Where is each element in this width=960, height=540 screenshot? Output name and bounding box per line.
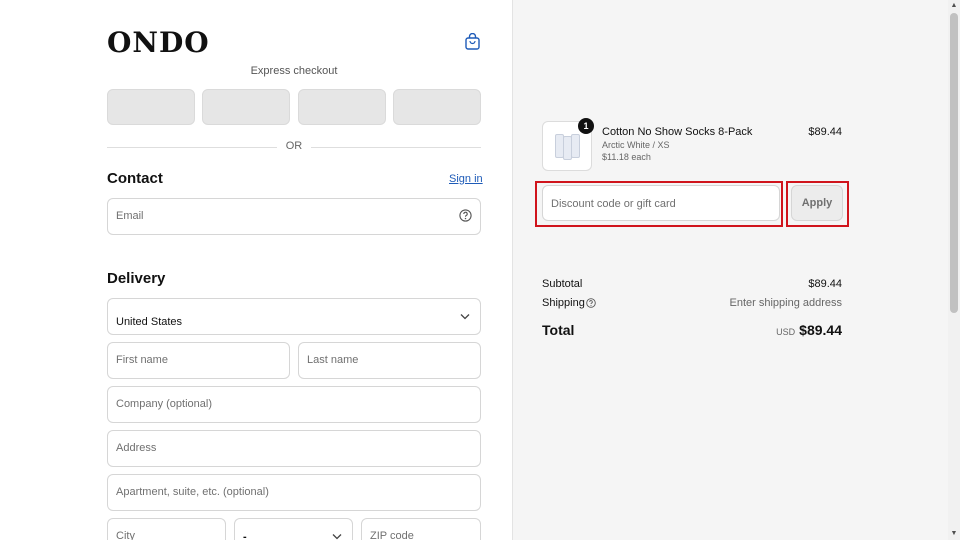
- shipping-label: Shipping: [542, 297, 585, 309]
- address-field[interactable]: Address: [107, 430, 481, 467]
- last-name-field[interactable]: Last name: [298, 342, 481, 379]
- discount-placeholder: Discount code or gift card: [551, 198, 676, 210]
- discount-code-input[interactable]: Discount code or gift card: [542, 185, 780, 221]
- contact-title: Contact: [107, 170, 163, 187]
- city-placeholder: City: [116, 530, 135, 540]
- divider-line-right: [311, 147, 481, 148]
- checkout-form-panel: ONDO Express checkout OR Contact Sign in…: [0, 0, 512, 540]
- shipping-value: Enter shipping address: [729, 297, 842, 309]
- shopping-bag-icon[interactable]: [465, 33, 480, 50]
- country-select[interactable]: United States: [107, 298, 481, 335]
- product-name: Cotton No Show Socks 8-Pack: [602, 126, 753, 138]
- sign-in-link[interactable]: Sign in: [449, 173, 483, 185]
- product-line-price: $89.44: [808, 126, 842, 138]
- company-field[interactable]: Company (optional): [107, 386, 481, 423]
- scroll-down-arrow-icon[interactable]: ▼: [948, 528, 960, 540]
- first-name-placeholder: First name: [116, 354, 168, 366]
- state-value: -: [243, 531, 247, 540]
- product-variant: Arctic White / XS: [602, 140, 670, 150]
- apartment-field[interactable]: Apartment, suite, etc. (optional): [107, 474, 481, 511]
- total-value-row: USD $89.44: [700, 322, 842, 340]
- express-pay-button-2[interactable]: [202, 89, 290, 125]
- apartment-placeholder: Apartment, suite, etc. (optional): [116, 486, 269, 498]
- quantity-badge: 1: [578, 118, 594, 134]
- help-icon[interactable]: [459, 209, 472, 222]
- country-value: United States: [116, 316, 183, 328]
- zip-field[interactable]: ZIP code: [361, 518, 481, 540]
- address-placeholder: Address: [116, 442, 157, 454]
- express-pay-button-4[interactable]: [393, 89, 481, 125]
- order-summary-panel: [512, 0, 948, 540]
- subtotal-label: Subtotal: [542, 278, 583, 290]
- state-select[interactable]: -: [234, 518, 353, 540]
- currency-code: USD: [776, 327, 796, 337]
- last-name-placeholder: Last name: [307, 354, 359, 366]
- or-divider: OR: [107, 140, 481, 154]
- shipping-help-icon[interactable]: [586, 298, 596, 308]
- express-pay-button-3[interactable]: [298, 89, 386, 125]
- total-label: Total: [542, 322, 575, 338]
- delivery-title: Delivery: [107, 270, 166, 287]
- or-label: OR: [285, 140, 303, 152]
- total-value: $89.44: [799, 322, 842, 338]
- product-unit-price: $11.18 each: [602, 152, 651, 162]
- first-name-field[interactable]: First name: [107, 342, 290, 379]
- email-field[interactable]: Email: [107, 198, 481, 235]
- page-scrollbar[interactable]: ▲ ▼: [948, 0, 960, 540]
- sock-image-part: [571, 134, 580, 158]
- city-field[interactable]: City: [107, 518, 226, 540]
- express-pay-button-1[interactable]: [107, 89, 195, 125]
- express-checkout-label: Express checkout: [250, 65, 338, 77]
- scroll-up-arrow-icon[interactable]: ▲: [948, 0, 960, 12]
- company-placeholder: Company (optional): [116, 398, 212, 410]
- zip-placeholder: ZIP code: [370, 530, 414, 540]
- brand-logo[interactable]: ONDO: [107, 26, 210, 59]
- email-placeholder: Email: [116, 210, 144, 222]
- chevron-down-icon: [332, 534, 342, 540]
- subtotal-value: $89.44: [808, 278, 842, 290]
- apply-discount-button[interactable]: Apply: [791, 185, 843, 221]
- chevron-down-icon: [460, 314, 470, 320]
- scrollbar-thumb[interactable]: [950, 13, 958, 313]
